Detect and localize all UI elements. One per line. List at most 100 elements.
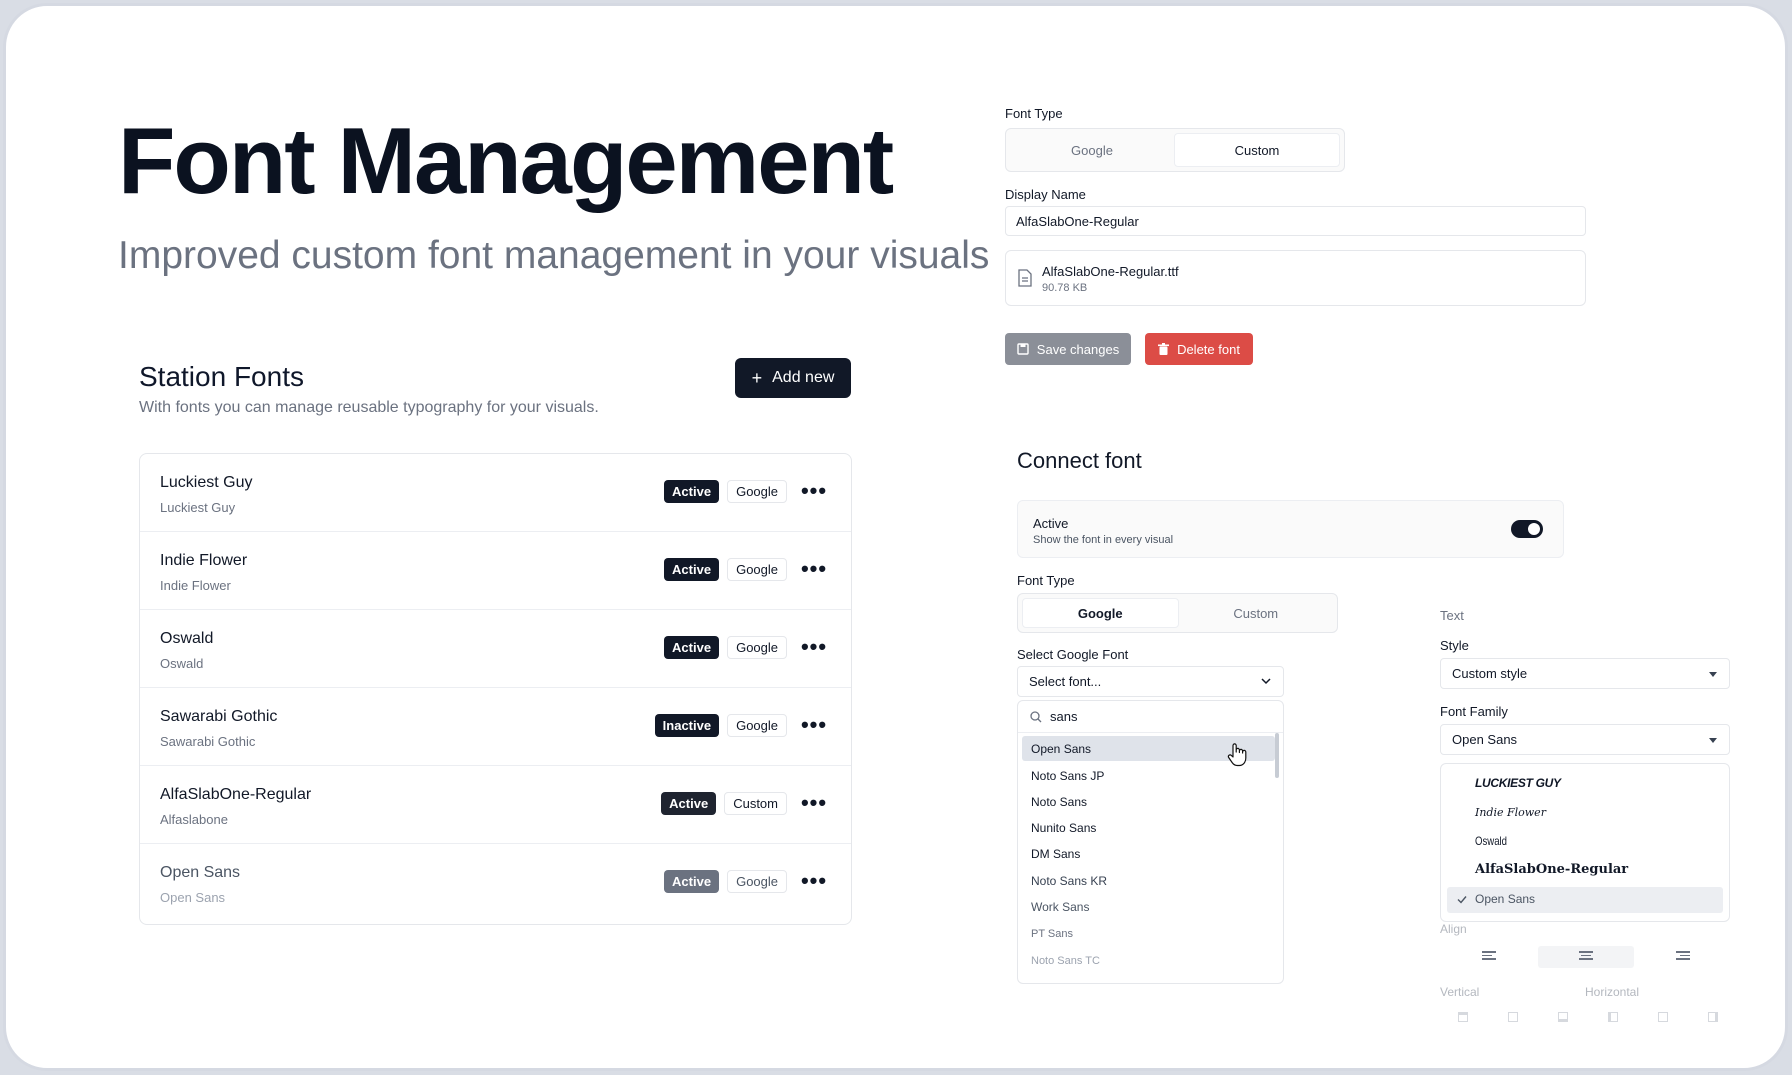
more-icon[interactable]: ••• [801,634,827,660]
add-new-label: Add new [772,369,835,386]
connect-font-type-toggle: Google Custom [1017,593,1338,633]
font-search-value: sans [1050,709,1078,724]
font-option[interactable]: DM Sans [1022,841,1275,866]
font-family-name: Oswald [160,656,204,671]
align-right-icon[interactable] [1676,951,1690,961]
font-family-option[interactable]: Oswald [1475,834,1507,848]
plus-icon: + [751,367,763,388]
font-family-label: Font Family [1440,704,1508,719]
more-icon[interactable]: ••• [801,868,827,894]
type-badge: Google [727,714,787,737]
align-bottom-icon[interactable] [1558,1012,1568,1022]
select-google-font-label: Select Google Font [1017,647,1129,662]
font-family-name: Luckiest Guy [160,500,236,515]
more-icon[interactable]: ••• [801,556,827,582]
save-label: Save changes [1036,341,1120,357]
status-badge: Active [664,480,720,503]
more-icon[interactable]: ••• [801,478,827,504]
check-icon [1457,896,1467,904]
font-option[interactable]: Noto Sans KR [1022,868,1275,893]
font-family-option[interactable]: Indie Flower [1475,806,1546,819]
align-left-icon[interactable] [1482,951,1496,961]
text-section-label: Text [1440,608,1464,623]
align-center-icon[interactable] [1579,951,1593,961]
more-icon[interactable]: ••• [801,712,827,738]
more-icon[interactable]: ••• [801,790,827,816]
status-badge: Active [661,792,717,815]
font-option[interactable]: Nunito Sans [1022,815,1275,840]
font-type-google-option[interactable]: Google [1010,133,1174,167]
dropdown-scrollbar[interactable] [1275,733,1279,778]
font-family-name: Indie Flower [160,578,231,593]
uploaded-file: AlfaSlabOne-Regular.ttf 90.78 KB [1005,250,1586,306]
align-end-icon[interactable] [1708,1012,1718,1022]
trash-icon [1158,343,1170,355]
align-start-icon[interactable] [1608,1012,1618,1022]
align-top-icon[interactable] [1458,1012,1468,1022]
list-item[interactable]: Sawarabi Gothic Sawarabi Gothic Inactive… [140,688,851,766]
font-list: Luckiest Guy Luckiest Guy Active Google … [139,453,852,925]
font-option[interactable]: Noto Sans TC [1022,948,1275,973]
active-toggle[interactable] [1511,520,1543,538]
font-name: Oswald [160,630,214,647]
style-select[interactable]: Custom style [1440,658,1730,689]
type-badge: Google [727,558,787,581]
caret-down-icon [1709,671,1717,677]
display-name-label: Display Name [1005,187,1086,202]
font-option[interactable]: Noto Sans [1022,789,1275,814]
font-family-option[interactable]: AlfaSlabOne-Regular [1475,862,1628,877]
font-type-label: Font Type [1005,106,1063,121]
style-value: Custom style [1452,666,1528,681]
status-badge: Inactive [654,714,720,737]
list-item[interactable]: Indie Flower Indie Flower Active Google … [140,532,851,610]
file-name: AlfaSlabOne-Regular.ttf [1042,264,1179,279]
caret-down-icon [1709,737,1717,743]
type-badge: Google [727,870,787,893]
delete-button[interactable]: Delete font [1145,333,1253,365]
status-badge: Active [664,870,720,893]
list-item[interactable]: Oswald Oswald Active Google ••• [140,610,851,688]
status-badge: Active [664,558,720,581]
font-type-custom-option[interactable]: Custom [1174,133,1340,167]
position-icons [1458,1012,1718,1024]
section-description: With fonts you can manage reusable typog… [139,399,599,416]
font-option[interactable]: PT Sans [1022,921,1275,946]
section-title: Station Fonts [139,361,304,392]
font-option[interactable]: Work Sans [1022,894,1275,919]
active-description: Show the font in every visual [1033,534,1174,546]
list-item[interactable]: Open Sans Open Sans Active Google ••• [140,844,851,922]
font-family-option[interactable]: Open Sans [1475,892,1535,906]
list-item[interactable]: Luckiest Guy Luckiest Guy Active Google … [140,454,851,532]
font-name: AlfaSlabOne-Regular [160,786,312,803]
display-name-field[interactable]: AlfaSlabOne-Regular [1005,206,1586,236]
font-family-option[interactable]: LUCKIEST GUY [1475,776,1561,790]
add-new-button[interactable]: + Add new [735,358,851,398]
font-name: Sawarabi Gothic [160,708,278,725]
delete-label: Delete font [1177,341,1240,357]
align-hcenter-icon[interactable] [1658,1012,1668,1022]
font-family-value: Open Sans [1452,732,1518,747]
page-title: Font Management [118,108,894,213]
status-badge: Active [664,636,720,659]
file-size: 90.78 KB [1042,282,1088,294]
google-font-select-placeholder: Select font... [1029,674,1102,689]
font-search-input[interactable]: sans [1018,701,1283,733]
font-family-select[interactable]: Open Sans [1440,724,1730,755]
connect-font-google-option[interactable]: Google [1022,598,1179,628]
connect-font-type-label: Font Type [1017,573,1075,588]
connect-font-custom-option[interactable]: Custom [1179,598,1334,628]
save-button[interactable]: Save changes [1005,333,1131,365]
font-name: Indie Flower [160,552,248,569]
align-middle-icon[interactable] [1508,1012,1518,1022]
font-name: Open Sans [160,864,241,881]
list-item[interactable]: AlfaSlabOne-Regular Alfaslabone Active C… [140,766,851,844]
font-name: Luckiest Guy [160,474,253,491]
font-type-toggle: Google Custom [1005,128,1345,172]
active-setting: Active Show the font in every visual [1017,500,1564,558]
active-label: Active [1033,516,1069,531]
google-font-select[interactable]: Select font... [1017,666,1284,697]
font-family-name: Alfaslabone [160,812,228,827]
save-icon [1017,343,1029,355]
type-badge: Custom [724,792,787,815]
vertical-label: Vertical [1440,985,1480,999]
